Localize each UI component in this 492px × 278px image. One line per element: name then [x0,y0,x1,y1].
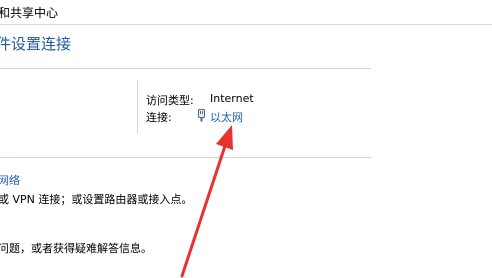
connections-label: 连接: [146,111,172,124]
annotation-arrow-icon [180,125,233,278]
network-sharing-center-window: 和共享中心 件设置连接 访问类型: Internet 连接: 以太网 网络 或 … [0,0,492,278]
ethernet-connection-link[interactable]: 以太网 [210,109,243,125]
address-bar[interactable]: 和共享中心 [0,0,492,25]
section-divider-bottom [0,157,371,158]
breadcrumb[interactable]: 和共享中心 [0,4,58,21]
access-type-value: Internet [210,92,254,105]
network-info-separator [137,80,138,133]
troubleshoot-description: 问题，或者获得疑难解答信息。 [0,242,152,255]
setup-network-link[interactable]: 网络 [0,172,20,188]
section-divider-top [0,68,371,69]
access-type-label: 访问类型: [146,94,194,107]
ethernet-plug-icon[interactable] [197,109,206,122]
page-title: 件设置连接 [0,35,72,53]
setup-network-description: 或 VPN 连接；或设置路由器或接入点。 [0,193,193,206]
